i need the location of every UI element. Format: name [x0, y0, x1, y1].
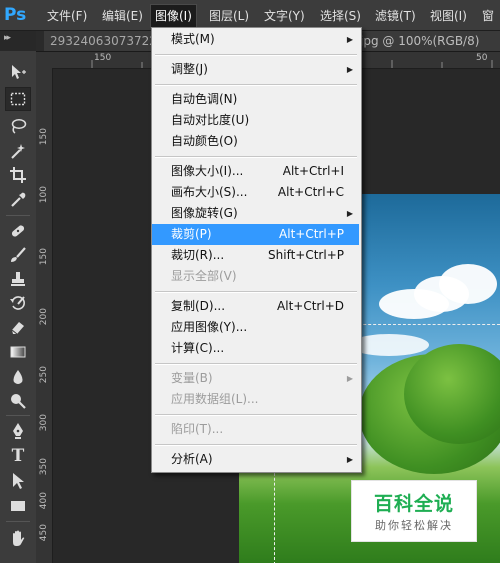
type-glyph: T [11, 446, 25, 466]
menu-separator [155, 363, 357, 365]
menu-item-trap[interactable]: 陷印(T)... [152, 419, 359, 440]
clone-stamp-icon[interactable] [5, 267, 31, 291]
menu-separator [155, 291, 357, 293]
gradient-icon[interactable] [5, 340, 31, 364]
menu-item-mode[interactable]: 模式(M) ▶ [152, 29, 359, 50]
shortcut-label: Alt+Ctrl+I [282, 164, 344, 178]
type-icon[interactable]: T [5, 444, 31, 468]
submenu-arrow-icon: ▶ [346, 65, 353, 74]
menu-item-apply-image[interactable]: 应用图像(Y)... [152, 317, 359, 338]
ruler-label: 50 [476, 53, 488, 63]
hand-icon[interactable] [5, 526, 31, 550]
ruler-label: 250 [39, 366, 49, 384]
toolbox: T [0, 51, 37, 563]
ruler-label: 300 [39, 414, 49, 432]
brush-icon[interactable] [5, 243, 31, 267]
menu-separator [155, 444, 357, 446]
move-tool-icon[interactable] [5, 60, 31, 84]
rectangle-shape-icon[interactable] [5, 494, 31, 518]
menu-view[interactable]: 视图(I) [428, 6, 469, 26]
submenu-arrow-icon: ▶ [346, 455, 353, 464]
toolbox-divider [6, 521, 30, 522]
crop-icon[interactable] [5, 163, 31, 187]
ruler-label: 150 [39, 128, 49, 146]
blur-icon[interactable] [5, 365, 31, 389]
menu-edit[interactable]: 编辑(E) [100, 6, 145, 26]
menu-item-canvas-size[interactable]: 画布大小(S)... Alt+Ctrl+C [152, 182, 359, 203]
vertical-ruler[interactable]: 150 100 150 200 250 300 350 400 450 [36, 68, 53, 563]
submenu-arrow-icon: ▶ [346, 209, 353, 218]
menu-item-apply-data-set[interactable]: 应用数据组(L)... [152, 389, 359, 410]
ruler-label: 100 [39, 186, 49, 204]
submenu-arrow-icon: ▶ [346, 35, 353, 44]
panel-collapse-icon[interactable]: ▸▸ [4, 33, 11, 43]
toolbox-divider [6, 215, 30, 216]
photoshop-logo: Ps [4, 5, 27, 25]
ruler-label: 400 [39, 492, 49, 510]
menu-separator [155, 414, 357, 416]
menu-image[interactable]: 图像(I) [150, 4, 197, 28]
shortcut-label: Alt+Ctrl+P [279, 227, 344, 241]
rectangular-marquee-icon[interactable] [5, 87, 31, 111]
document-tab-active[interactable]: jpg @ 100%(RGB/8) [356, 31, 500, 51]
lasso-icon[interactable] [5, 114, 31, 138]
menu-file[interactable]: 文件(F) [45, 6, 89, 26]
menu-layer[interactable]: 图层(L) [207, 6, 251, 26]
menu-item-duplicate[interactable]: 复制(D)... Alt+Ctrl+D [152, 296, 359, 317]
menu-item-auto-contrast[interactable]: 自动对比度(U) [152, 110, 359, 131]
menu-item-auto-tone[interactable]: 自动色调(N) [152, 89, 359, 110]
toolbox-divider [6, 415, 30, 416]
menu-separator [155, 84, 357, 86]
menu-item-adjustments[interactable]: 调整(J) ▶ [152, 59, 359, 80]
menu-type[interactable]: 文字(Y) [262, 6, 307, 26]
ruler-label: 350 [39, 458, 49, 476]
shortcut-label: Alt+Ctrl+C [277, 185, 344, 199]
menu-separator [155, 54, 357, 56]
watermark-title: 百科全说 [373, 493, 454, 515]
ruler-label: 450 [39, 524, 49, 542]
shortcut-label: Shift+Ctrl+P [268, 248, 344, 262]
pen-icon[interactable] [5, 419, 31, 443]
menu-item-trim[interactable]: 裁切(R)... Shift+Ctrl+P [152, 245, 359, 266]
image-menu-dropdown: 模式(M) ▶ 调整(J) ▶ 自动色调(N) 自动对比度(U) 自动颜色(O) 图… [151, 27, 362, 473]
path-selection-icon[interactable] [5, 469, 31, 493]
menu-item-analysis[interactable]: 分析(A) ▶ [152, 449, 359, 470]
watermark-subtitle: 助你轻松解决 [375, 519, 453, 532]
dodge-icon[interactable] [5, 389, 31, 413]
eyedropper-icon[interactable] [5, 188, 31, 212]
menu-select[interactable]: 选择(S) [318, 6, 363, 26]
menu-separator [155, 156, 357, 158]
menu-item-variables[interactable]: 变量(B) ▶ [152, 368, 359, 389]
healing-brush-icon[interactable] [5, 219, 31, 243]
menu-item-image-size[interactable]: 图像大小(I)... Alt+Ctrl+I [152, 161, 359, 182]
menu-item-crop[interactable]: 裁剪(P) Alt+Ctrl+P [152, 224, 359, 245]
menu-item-calculations[interactable]: 计算(C)... [152, 338, 359, 359]
menu-item-reveal-all[interactable]: 显示全部(V) [152, 266, 359, 287]
menu-filter[interactable]: 滤镜(T) [373, 6, 418, 26]
ruler-label: 200 [39, 308, 49, 326]
document-tab-title: jpg @ 100%(RGB/8) [360, 34, 480, 48]
shortcut-label: Alt+Ctrl+D [277, 299, 344, 313]
cloud-shape [439, 264, 497, 304]
submenu-arrow-icon: ▶ [346, 374, 353, 383]
magic-wand-icon[interactable] [5, 139, 31, 163]
menu-item-auto-color[interactable]: 自动颜色(O) [152, 131, 359, 152]
history-brush-icon[interactable] [5, 291, 31, 315]
document-tab-title: 29324063073722 [50, 34, 157, 48]
ruler-label: 150 [39, 248, 49, 266]
ruler-label: 150 [94, 53, 112, 63]
menu-item-image-rotation[interactable]: 图像旋转(G) ▶ [152, 203, 359, 224]
menu-window[interactable]: 窗 [480, 6, 496, 26]
eraser-icon[interactable] [5, 315, 31, 339]
watermark-badge: 百科全说 助你轻松解决 [351, 480, 477, 542]
